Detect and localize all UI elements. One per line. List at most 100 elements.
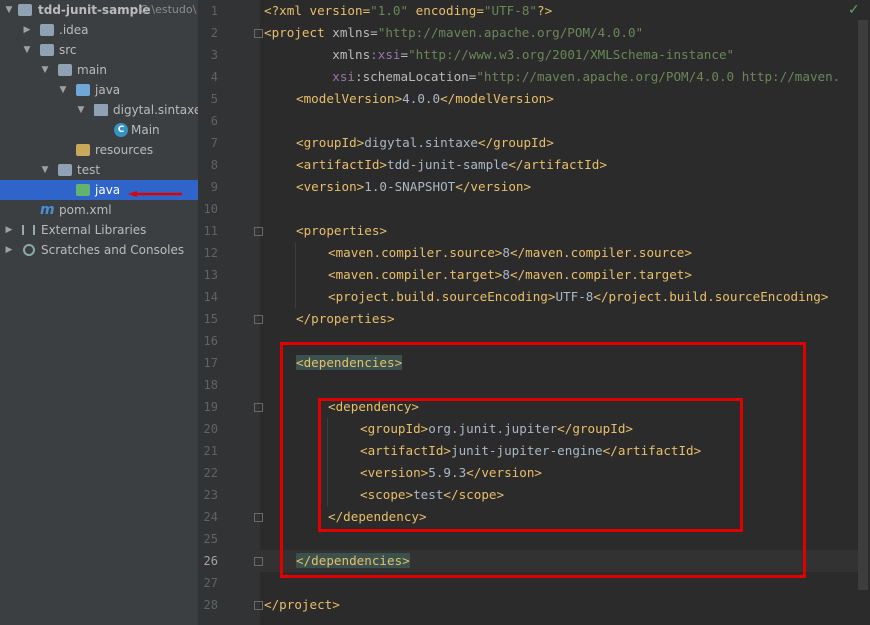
chevron-down-icon[interactable]: ▼ [4, 0, 14, 20]
code-line-12: <maven.compiler.source>8</maven.compiler… [328, 242, 692, 264]
line-number: 20 [203, 422, 218, 436]
tree-item-project-root[interactable]: ▼ tdd-junit-sample C:\estudo\ [0, 0, 198, 20]
library-icon [22, 225, 35, 235]
code-line-8: <artifactId>tdd-junit-sample</artifactId… [296, 154, 607, 176]
line-number: 27 [203, 576, 218, 590]
line-number: 6 [210, 114, 218, 128]
folder-icon [58, 164, 72, 176]
chevron-down-icon[interactable]: ▼ [76, 100, 86, 120]
source-folder-icon [76, 84, 90, 96]
tree-item-test[interactable]: ▼ test [0, 160, 198, 180]
tree-item-pom[interactable]: m pom.xml [0, 200, 198, 220]
tree-item-label: Main [131, 123, 160, 137]
code-line-3: xmlns:xsi="http://www.w3.org/2001/XMLSch… [264, 44, 734, 66]
tree-item-test-java[interactable]: java [0, 180, 198, 200]
code-line-1: <?xml version="1.0" encoding="UTF-8"?> [264, 0, 552, 22]
code-token: encoding= [408, 3, 484, 18]
line-number: 12 [203, 246, 218, 260]
tree-item-label: tdd-junit-sample [38, 3, 151, 17]
tree-item-main-class[interactable]: C Main [0, 120, 198, 140]
code-line-13: <maven.compiler.target>8</maven.compiler… [328, 264, 692, 286]
code-token: <maven.compiler.target> [328, 267, 503, 282]
code-token: "http://www.w3.org/2001/XMLSchema-instan… [408, 47, 735, 62]
line-number: 14 [203, 290, 218, 304]
chevron-down-icon[interactable]: ▼ [22, 40, 32, 60]
test-folder-icon [76, 184, 90, 196]
line-number: 22 [203, 466, 218, 480]
code-token: </maven.compiler.target> [509, 267, 692, 282]
line-number: 13 [203, 268, 218, 282]
line-number: 23 [203, 488, 218, 502]
code-token: <maven.compiler.source> [328, 245, 503, 260]
chevron-down-icon[interactable]: ▼ [40, 60, 50, 80]
fold-marker-icon[interactable] [254, 557, 263, 566]
line-number: 15 [203, 312, 218, 326]
tree-item-main[interactable]: ▼ main [0, 60, 198, 80]
code-line-2: <project xmlns="http://maven.apache.org/… [264, 22, 643, 44]
fold-marker-icon[interactable] [254, 601, 263, 610]
tree-item-src[interactable]: ▼ src [0, 40, 198, 60]
tree-item-label: .idea [59, 23, 89, 37]
fold-marker-icon[interactable] [254, 513, 263, 522]
code-token: ?> [536, 3, 553, 18]
code-token: </artifactId> [508, 157, 607, 172]
code-line-15: </properties> [296, 308, 395, 330]
code-token: <groupId> [296, 135, 365, 150]
chevron-down-icon[interactable]: ▼ [40, 160, 50, 180]
tree-item-resources[interactable]: resources [0, 140, 198, 160]
chevron-right-icon[interactable]: ▶ [22, 20, 32, 40]
tree-item-label: digytal.sintaxe [113, 103, 198, 117]
fold-marker-icon[interactable] [254, 315, 263, 324]
code-token: digytal.sintaxe [364, 135, 478, 150]
fold-marker-icon[interactable] [254, 29, 263, 38]
folder-icon [40, 24, 54, 36]
line-number: 7 [210, 136, 218, 150]
code-line-7: <groupId>digytal.sintaxe</groupId> [296, 132, 554, 154]
fold-marker-icon[interactable] [254, 403, 263, 412]
class-icon: C [114, 123, 128, 137]
checkmark-icon: ✓ [848, 2, 860, 18]
folder-icon [40, 44, 54, 56]
code-token: <properties> [296, 223, 387, 238]
code-token: </groupId> [477, 135, 554, 150]
code-token: </maven.compiler.source> [509, 245, 692, 260]
indent-guide [295, 242, 296, 308]
code-token: </project.build.sourceEncoding> [593, 289, 829, 304]
tree-item-package[interactable]: ▼ digytal.sintaxe [0, 100, 198, 120]
code-line-9: <version>1.0-SNAPSHOT</version> [296, 176, 531, 198]
line-number: 10 [203, 202, 218, 216]
line-number: 25 [203, 532, 218, 546]
tree-item-main-java[interactable]: ▼ java [0, 80, 198, 100]
chevron-down-icon[interactable]: ▼ [58, 80, 68, 100]
line-number: 2 [210, 26, 218, 40]
resources-folder-icon [76, 144, 90, 156]
code-token: </modelVersion> [440, 91, 554, 106]
code-token: tdd-junit-sample [387, 157, 509, 172]
maven-icon: m [40, 202, 55, 218]
project-path-hint: C:\estudo\ [140, 3, 197, 16]
code-token: </project> [264, 597, 340, 612]
tree-item-external-libraries[interactable]: ▶ External Libraries [0, 220, 198, 240]
chevron-right-icon[interactable]: ▶ [4, 240, 14, 260]
line-number: 3 [210, 48, 218, 62]
code-token: "1.0" [370, 3, 409, 18]
code-token: :xsi [370, 47, 401, 62]
tree-item-scratches[interactable]: ▶ Scratches and Consoles [0, 240, 198, 260]
fold-marker-icon[interactable] [254, 227, 263, 236]
line-number: 26 [203, 554, 218, 568]
code-line-11: <properties> [296, 220, 387, 242]
tree-item-idea[interactable]: ▶ .idea [0, 20, 198, 40]
code-token: xmlns [264, 47, 371, 62]
scratches-icon [23, 244, 35, 256]
tree-item-label: src [59, 43, 77, 57]
line-number: 11 [203, 224, 218, 238]
code-token: "http://maven.apache.org/POM/4.0.0 http:… [476, 69, 841, 84]
code-token: <artifactId> [296, 157, 387, 172]
code-token: 4.0.0 [402, 91, 441, 106]
code-token: 8 [502, 267, 510, 282]
tree-item-label: External Libraries [41, 223, 147, 237]
line-number: 9 [210, 180, 218, 194]
code-token: <modelVersion> [296, 91, 403, 106]
editor-scrollbar[interactable] [858, 20, 868, 590]
chevron-right-icon[interactable]: ▶ [4, 220, 14, 240]
